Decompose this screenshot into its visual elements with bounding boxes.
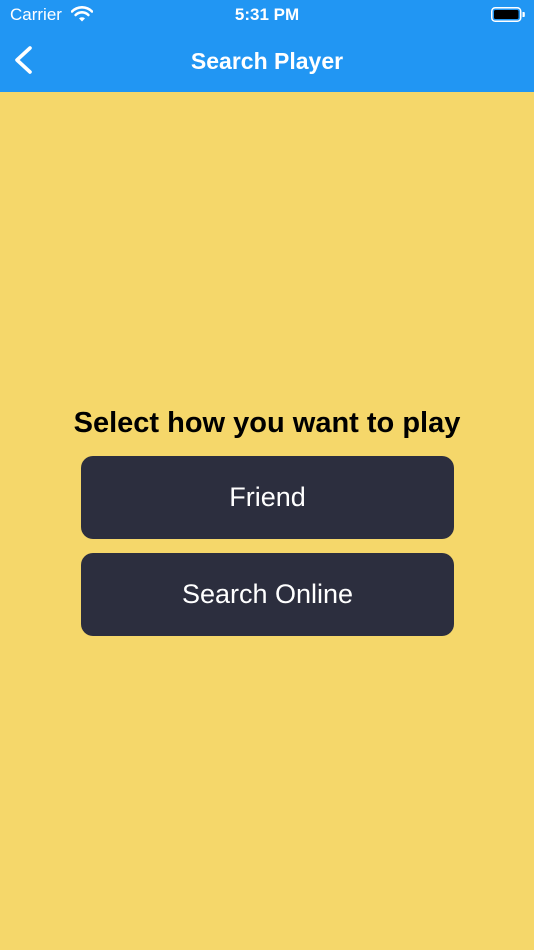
navigation-bar: Search Player	[0, 30, 534, 92]
back-button[interactable]	[6, 42, 40, 78]
friend-button[interactable]: Friend	[81, 456, 454, 539]
page-title: Search Player	[190, 48, 344, 74]
search-online-button[interactable]: Search Online	[81, 553, 454, 636]
play-mode-prompt: Select how you want to play	[73, 407, 461, 439]
status-bar: Carrier 5:31 PM	[0, 0, 534, 30]
status-time: 5:31 PM	[234, 5, 300, 24]
battery-icon	[491, 7, 525, 22]
chevron-left-icon	[15, 46, 32, 74]
